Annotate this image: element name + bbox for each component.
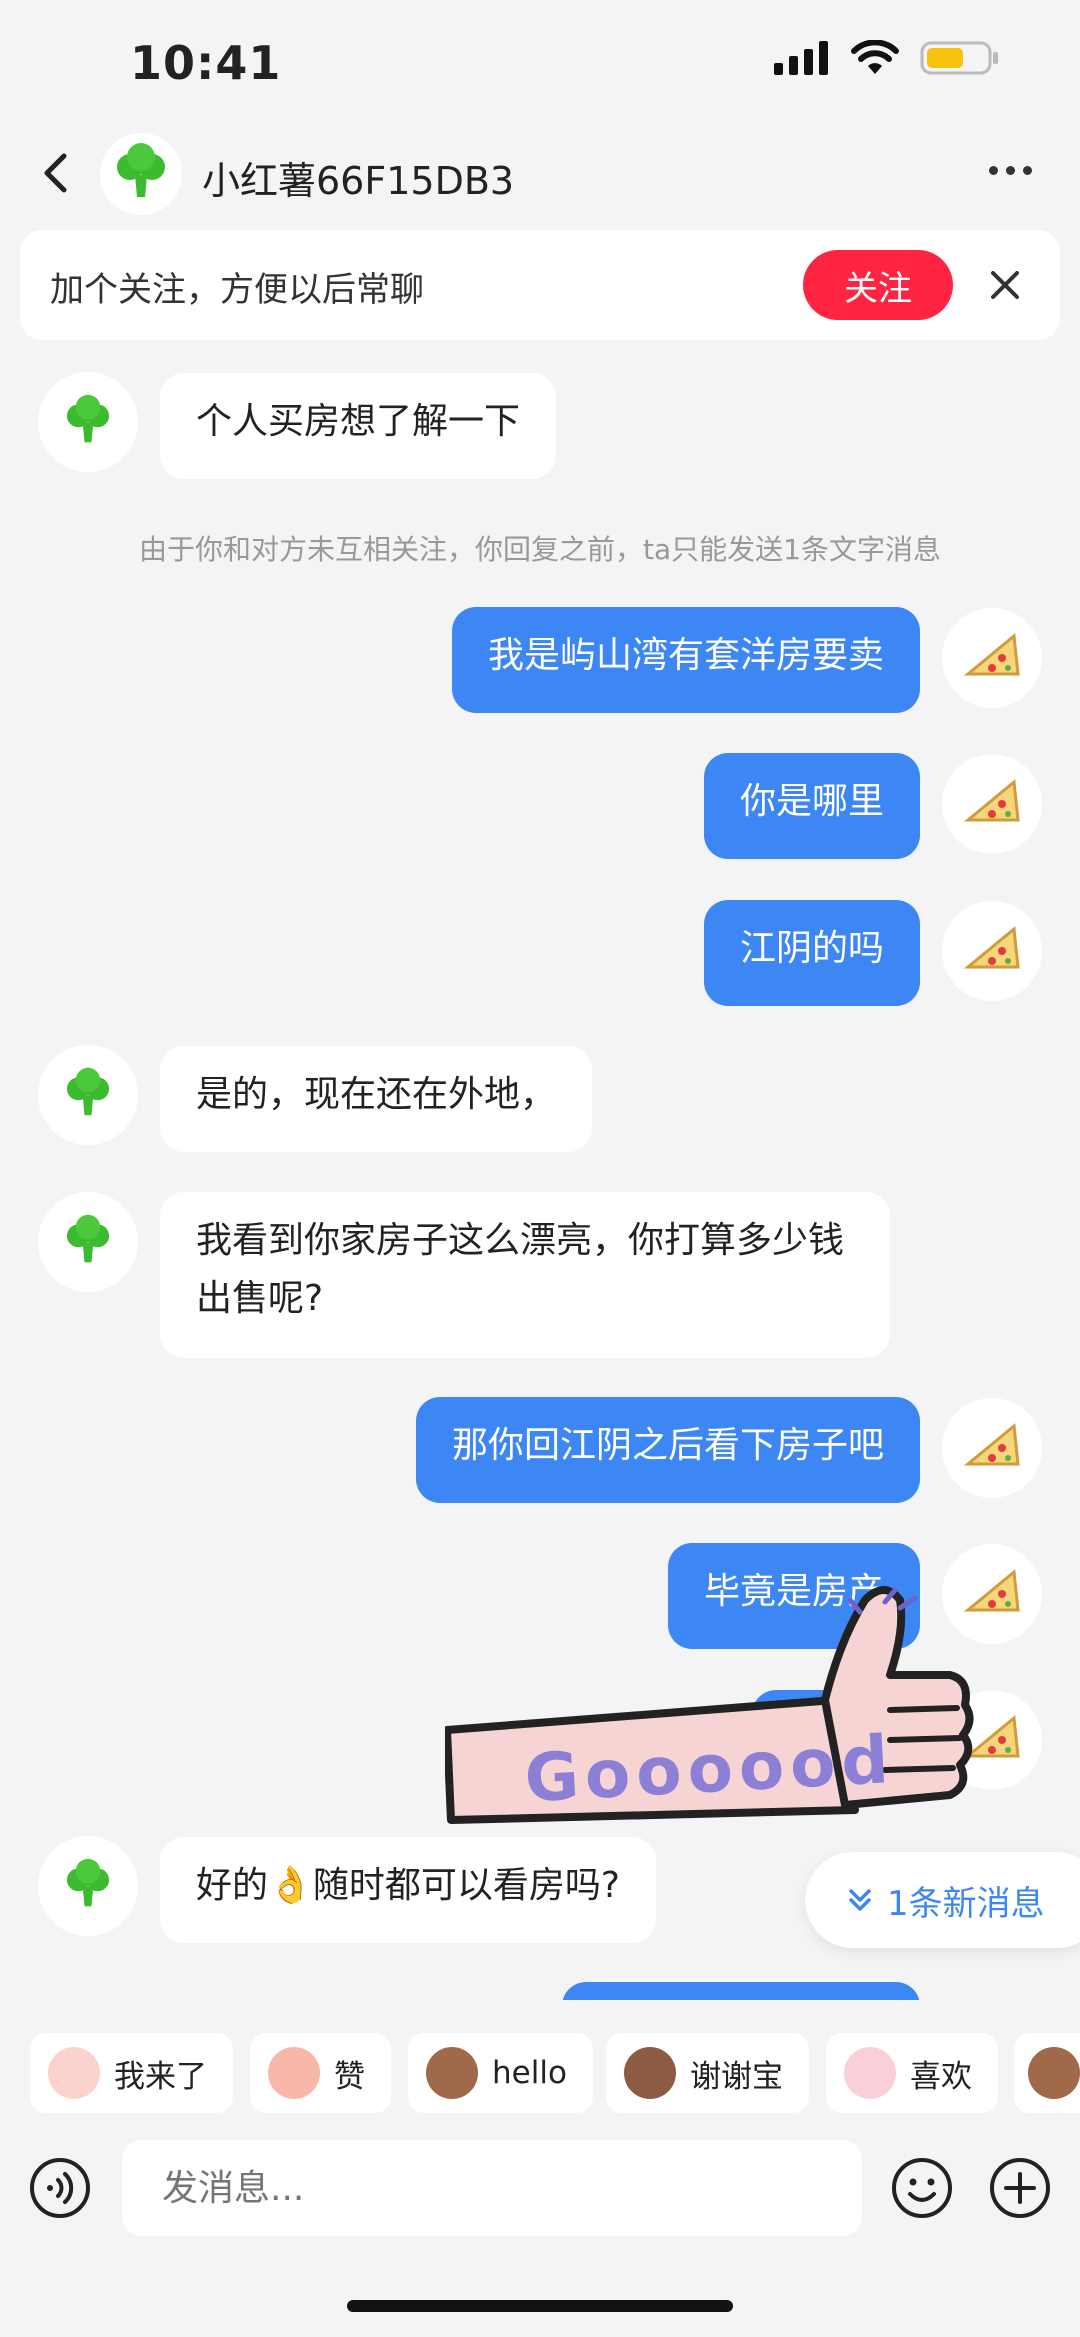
quick-sticker-label: 喜欢	[910, 2058, 972, 2095]
my-avatar[interactable]	[942, 608, 1042, 708]
battery-icon	[920, 41, 998, 75]
signal-icon	[774, 41, 828, 75]
contact-avatar[interactable]	[38, 372, 138, 472]
emoji-icon[interactable]	[890, 2156, 954, 2220]
quick-sticker-chip[interactable]: hello	[408, 2033, 593, 2113]
follow-banner-text: 加个关注，方便以后常聊	[50, 270, 424, 310]
broccoli-icon	[66, 1858, 110, 1907]
broccoli-icon	[66, 394, 110, 443]
my-avatar[interactable]	[942, 1398, 1042, 1498]
contact-avatar[interactable]	[38, 1045, 138, 1145]
message-bubble-incoming[interactable]: 我看到你家房子这么漂亮，你打算多少钱出售呢?	[160, 1192, 890, 1358]
status-icons	[774, 40, 1000, 76]
broccoli-icon	[117, 143, 165, 197]
message-bubble-outgoing[interactable]: 江阴的吗	[703, 900, 920, 1006]
quick-sticker-label: hello	[492, 2055, 567, 2091]
message-bubble-incoming[interactable]: 个人买房想了解一下	[160, 373, 557, 479]
back-icon[interactable]	[32, 148, 82, 198]
contact-avatar[interactable]	[38, 1192, 138, 1292]
quick-sticker-label: 我来了	[114, 2058, 207, 2095]
status-time: 10:41	[130, 36, 282, 90]
quick-sticker-chip[interactable]: 喜欢	[826, 2033, 998, 2113]
more-options-icon[interactable]	[989, 166, 1032, 175]
sticker-face-icon	[48, 2047, 100, 2099]
quick-sticker-label: 赞	[334, 2058, 365, 2095]
follow-button[interactable]: 关注	[803, 250, 953, 320]
message-input[interactable]	[122, 2140, 862, 2236]
double-chevron-down-icon	[849, 1889, 871, 1911]
message-bubble-outgoing[interactable]: 你是哪里	[703, 753, 920, 859]
new-message-pill[interactable]: 1条新消息	[805, 1852, 1080, 1948]
contact-avatar[interactable]	[38, 1836, 138, 1936]
quick-sticker-chip[interactable]: 我来了	[30, 2033, 233, 2113]
pizza-icon	[963, 926, 1020, 969]
broccoli-icon	[66, 1067, 110, 1116]
sticker-face-icon	[268, 2047, 320, 2099]
pizza-icon	[963, 633, 1020, 676]
home-indicator	[347, 2300, 733, 2312]
new-message-label: 1条新消息	[887, 1883, 1045, 1924]
plus-icon[interactable]	[988, 2156, 1052, 2220]
quick-sticker-label: 谢谢宝	[690, 2058, 783, 2095]
sticker-face-icon	[624, 2047, 676, 2099]
close-icon[interactable]	[985, 265, 1025, 305]
my-avatar[interactable]	[942, 901, 1042, 1001]
sticker-face-icon	[844, 2047, 896, 2099]
message-bubble-incoming[interactable]: 是的，现在还在外地，	[160, 1046, 593, 1152]
wifi-icon	[851, 40, 899, 74]
quick-sticker-chip[interactable]	[1014, 2033, 1080, 2113]
my-avatar[interactable]	[942, 754, 1042, 854]
sticker-face-icon	[426, 2047, 478, 2099]
quick-sticker-chip[interactable]: 谢谢宝	[606, 2033, 809, 2113]
pizza-icon	[963, 779, 1020, 822]
chat-title: 小红薯66F15DB3	[202, 159, 515, 203]
voice-icon[interactable]	[28, 2156, 92, 2220]
quick-sticker-chip[interactable]: 赞	[250, 2033, 391, 2113]
thumbs-up-sticker[interactable]: Goooood	[445, 1580, 985, 1840]
sticker-face-icon	[1028, 2047, 1080, 2099]
message-bubble-outgoing[interactable]: 那你回江阴之后看下房子吧	[415, 1397, 920, 1503]
messaging-limit-notice: 由于你和对方未互相关注，你回复之前，ta只能发送1条文字消息	[139, 533, 941, 566]
message-bubble-incoming[interactable]: 好的👌随时都可以看房吗?	[160, 1837, 656, 1943]
message-bubble-outgoing[interactable]: 我是屿山湾有套洋房要卖	[451, 607, 920, 713]
pizza-icon	[963, 1423, 1020, 1466]
broccoli-icon	[66, 1214, 110, 1263]
header-avatar[interactable]	[100, 133, 182, 215]
